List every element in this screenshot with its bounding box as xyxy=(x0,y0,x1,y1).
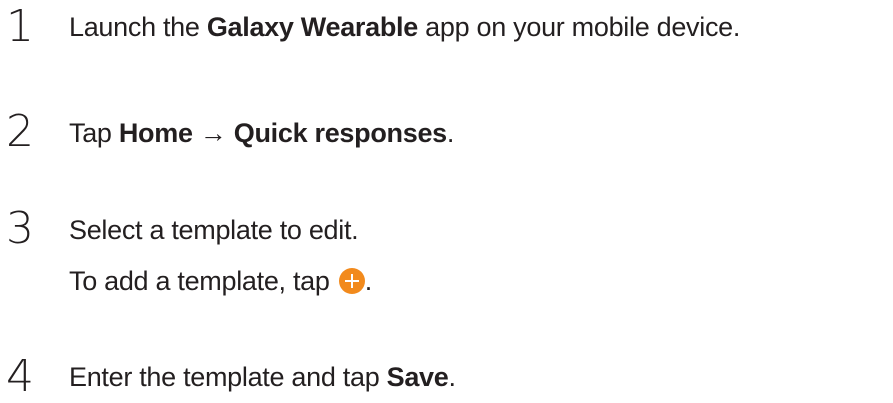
menu-quick-responses: Quick responses xyxy=(233,118,447,148)
step-number: 2 xyxy=(6,106,34,157)
save-label: Save xyxy=(386,362,449,392)
arrow-icon: → xyxy=(192,118,234,148)
step-number: 1 xyxy=(6,1,34,52)
step-text: Enter the template and tap Save. xyxy=(69,362,456,392)
step-text: Launch the Galaxy Wearable app on your m… xyxy=(69,12,741,42)
step-text: Tap Home → Quick responses. xyxy=(69,118,455,148)
add-circle-icon xyxy=(338,268,365,294)
app-name: Galaxy Wearable xyxy=(206,12,418,42)
step-text: Select a template to edit. xyxy=(69,215,359,245)
menu-home: Home xyxy=(118,118,193,148)
step-subtext: To add a template, tap . xyxy=(69,266,372,296)
step-number: 3 xyxy=(6,203,34,254)
step-number: 4 xyxy=(6,351,34,402)
